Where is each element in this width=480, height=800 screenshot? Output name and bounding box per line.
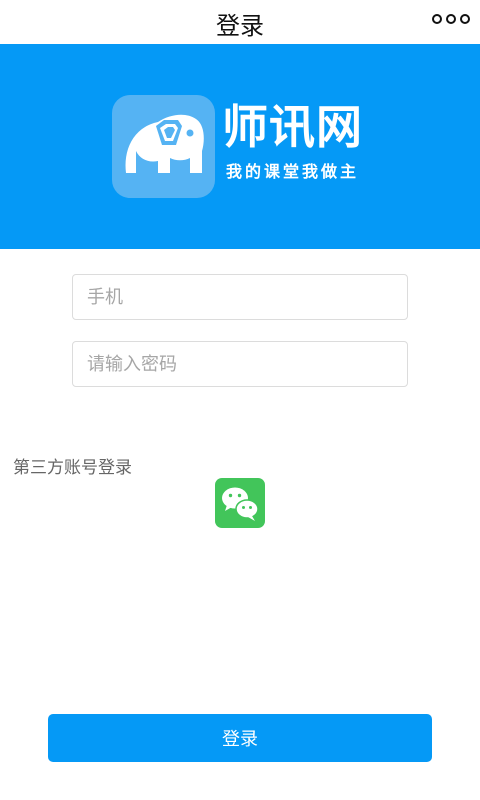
more-dots-icon: [460, 14, 470, 24]
more-dots-icon: [432, 14, 442, 24]
login-button[interactable]: 登录: [48, 714, 432, 762]
third-party-login-label: 第三方账号登录: [13, 458, 132, 478]
brand-slogan: 我的课堂我做主: [226, 162, 360, 181]
brand-banner: 师讯网 我的课堂我做主: [0, 44, 480, 249]
page-title: 登录: [216, 12, 264, 40]
app-logo: [112, 95, 215, 198]
phone-field[interactable]: [72, 274, 408, 320]
wechat-login-button[interactable]: [215, 478, 265, 528]
nav-bar: 登录: [0, 0, 480, 44]
phone-input[interactable]: [73, 275, 407, 319]
more-menu-button[interactable]: [432, 12, 470, 26]
password-input[interactable]: [73, 342, 407, 386]
password-field[interactable]: [72, 341, 408, 387]
wechat-icon: [222, 487, 259, 521]
elephant-icon: [125, 114, 204, 173]
brand-name: 师讯网: [222, 100, 363, 154]
more-dots-icon: [446, 14, 456, 24]
